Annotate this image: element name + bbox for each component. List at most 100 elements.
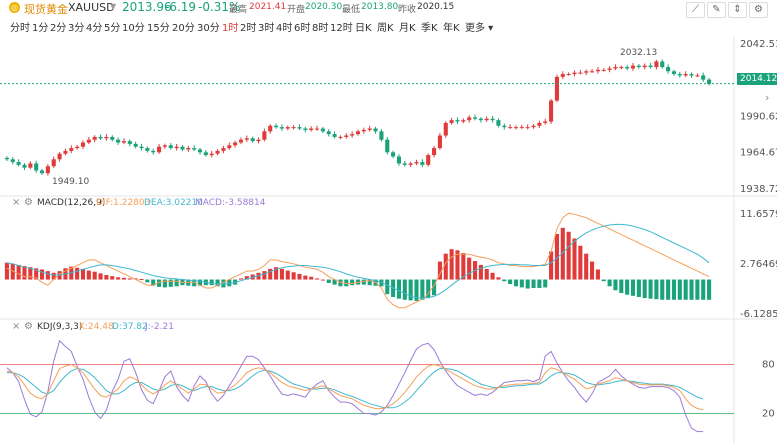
macd-settings-icon[interactable]: ⚙ xyxy=(24,197,33,208)
collapse-kdj-icon[interactable]: × xyxy=(12,321,20,332)
macd-dea-line xyxy=(6,223,710,299)
candle-body xyxy=(531,125,536,128)
candle-body xyxy=(279,127,284,129)
candle-body xyxy=(432,148,437,156)
candle-body xyxy=(590,71,595,73)
macd-bar xyxy=(92,271,97,280)
macd-bar xyxy=(139,278,144,280)
kdj-title: KDJ(9,3,3) xyxy=(37,322,83,332)
macd-bar xyxy=(408,279,413,301)
candle-body xyxy=(566,74,571,76)
candle-body xyxy=(157,146,162,153)
macd-bar xyxy=(630,279,636,296)
macd-bar xyxy=(566,231,571,280)
candle-body xyxy=(414,162,419,164)
candle-body xyxy=(238,139,244,143)
macd-bar xyxy=(467,257,472,280)
candle-body xyxy=(104,136,109,139)
collapse-macd-icon[interactable]: × xyxy=(12,197,20,208)
candle-body xyxy=(39,170,45,174)
macd-bar xyxy=(625,279,630,295)
candle-body xyxy=(297,127,302,129)
macd-bar xyxy=(525,279,530,289)
macd-bar xyxy=(238,278,244,280)
price-tick-label: 1938.72 xyxy=(740,184,777,195)
candle-body xyxy=(385,139,390,153)
candle-body xyxy=(572,72,577,75)
candle-body xyxy=(338,136,343,138)
macd-bar xyxy=(701,279,706,300)
macd-bar xyxy=(104,275,109,280)
macd-bar xyxy=(285,270,290,280)
macd-bar xyxy=(707,279,712,300)
chevron-right-icon[interactable]: › xyxy=(765,91,769,104)
macd-bar xyxy=(519,279,524,288)
candle-body xyxy=(689,74,694,76)
candlestick-chart[interactable] xyxy=(0,59,734,176)
candle-body xyxy=(139,146,144,149)
macd-bar xyxy=(420,279,425,300)
candle-body xyxy=(215,150,220,154)
kdj-settings-icon[interactable]: ⚙ xyxy=(24,321,33,332)
candle-body xyxy=(402,163,407,165)
candle-body xyxy=(467,117,472,121)
candle-body xyxy=(625,67,630,69)
candle-body xyxy=(613,67,618,69)
candle-body xyxy=(221,148,226,151)
candle-body xyxy=(543,121,548,123)
candle-body xyxy=(121,141,126,143)
macd-bar xyxy=(309,276,314,280)
candle-body xyxy=(502,125,507,128)
macd-bar xyxy=(671,279,677,300)
candle-body xyxy=(244,138,249,140)
candle-body xyxy=(197,149,203,153)
macd-bar xyxy=(642,279,647,299)
candle-body xyxy=(695,75,700,77)
macd-bar xyxy=(121,277,126,280)
macd-bar xyxy=(484,268,489,280)
macd-bar xyxy=(4,262,9,280)
kdj-d-line xyxy=(6,368,704,409)
max-price-label: 2032.13 xyxy=(620,48,658,58)
candle-body xyxy=(10,159,15,163)
candle-body xyxy=(636,65,641,68)
macd-tick-label: 2.76469 xyxy=(740,259,777,270)
candle-body xyxy=(186,148,191,150)
candle-body xyxy=(519,127,524,129)
macd-bar xyxy=(291,272,296,280)
candle-body xyxy=(57,153,62,160)
candle-body xyxy=(110,136,115,140)
candle-body xyxy=(478,118,483,121)
candle-body xyxy=(75,146,80,149)
kdj-k: K:24.48 xyxy=(79,322,114,332)
macd-dif-line xyxy=(6,212,710,309)
macd-bar xyxy=(209,279,214,286)
macd-bar xyxy=(607,279,612,287)
macd-bar xyxy=(314,278,320,280)
chart-area[interactable]: 2042.51 1990.62 1964.67 1938.72 11.65796 2.76… xyxy=(0,0,777,444)
candle-body xyxy=(472,117,478,119)
candle-body xyxy=(513,127,519,129)
price-axis: 2042.51 1990.62 1964.67 1938.72 11.65796 2.76… xyxy=(740,39,777,420)
candle-body xyxy=(344,135,349,137)
kdj-chart[interactable] xyxy=(0,339,734,433)
macd-chart[interactable] xyxy=(4,212,712,309)
macd-bar xyxy=(326,279,331,283)
candle-body xyxy=(256,139,261,142)
macd-bar xyxy=(110,276,115,280)
candle-body xyxy=(630,65,636,69)
candle-body xyxy=(455,120,460,122)
candle-body xyxy=(145,148,150,151)
macd-bar xyxy=(490,272,495,280)
macd-bar xyxy=(75,267,80,280)
candle-body xyxy=(584,71,589,73)
candle-body xyxy=(16,162,21,165)
candle-body xyxy=(309,128,314,130)
candle-body xyxy=(420,162,425,165)
macd-bar xyxy=(660,279,665,300)
macd-bar xyxy=(531,279,536,288)
macd-bar xyxy=(513,279,519,287)
macd-bar xyxy=(98,273,103,280)
last-price-tag: 2014.12 xyxy=(737,73,777,85)
macd-bar xyxy=(402,279,407,300)
